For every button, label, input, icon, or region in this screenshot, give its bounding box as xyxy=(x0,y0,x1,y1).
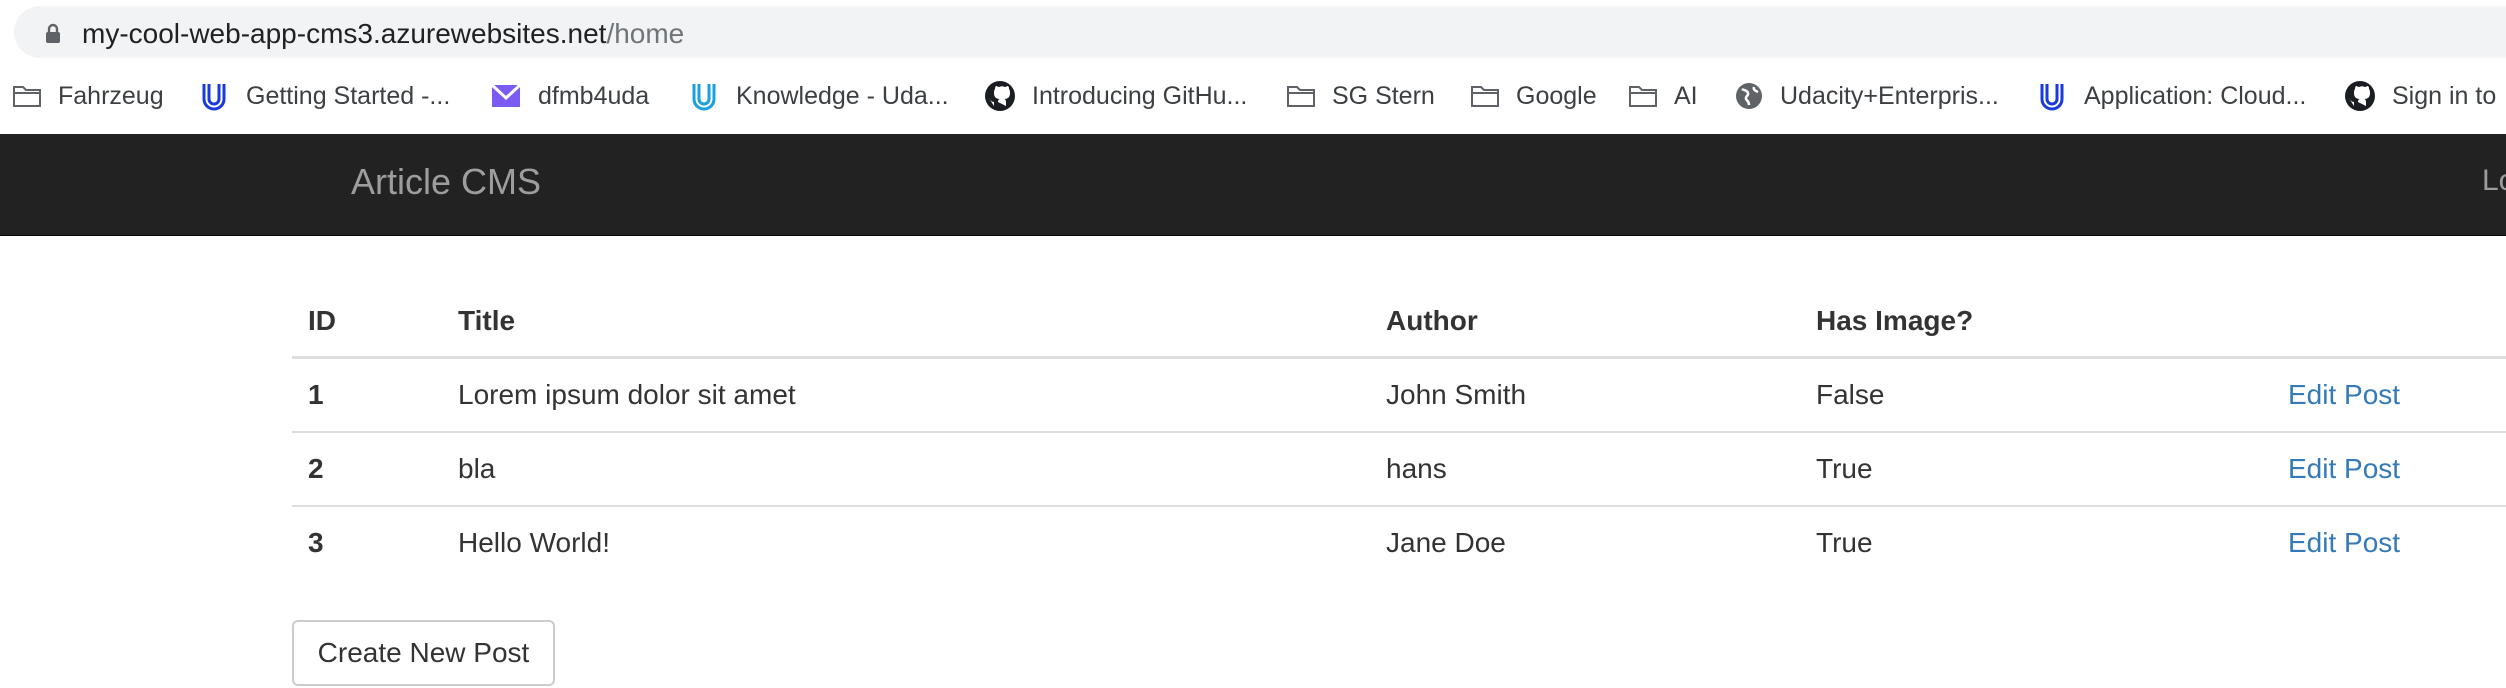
bookmark-label: SG Stern xyxy=(1332,81,1435,110)
cell-actions: Edit Post xyxy=(2272,357,2506,433)
cell-title: Hello World! xyxy=(458,527,610,558)
udacity-icon xyxy=(202,84,226,111)
bookmark-google[interactable]: Google xyxy=(1470,74,1597,118)
globe-icon xyxy=(1736,83,1762,109)
cell-id: 2 xyxy=(292,432,442,507)
cell-has-image: True xyxy=(1800,432,2272,507)
cell-title: bla xyxy=(442,432,1370,507)
table-row: 3 Hello World! Jane Doe True Edit Post xyxy=(292,506,2506,579)
bookmark-label: dfmb4uda xyxy=(538,81,650,110)
edit-post-link[interactable]: Edit Post xyxy=(2288,379,2400,410)
cell-author: Jane Doe xyxy=(1386,527,1506,558)
table-row: 2 bla hans True Edit Post xyxy=(292,432,2506,507)
table-row: 1 Lorem ipsum dolor sit amet John Smith … xyxy=(292,357,2506,433)
cell-has-image: True xyxy=(1816,527,1873,558)
bookmark-label: AI xyxy=(1674,81,1698,110)
mail-icon xyxy=(490,83,522,107)
bookmark-application-cloud[interactable]: Application: Cloud... xyxy=(2036,74,2306,118)
cell-actions: Edit Post xyxy=(2272,432,2506,507)
folder-icon xyxy=(1287,86,1315,107)
top-navbar: Article CMS Lo xyxy=(0,134,2506,236)
bookmark-ai[interactable]: AI xyxy=(1628,74,1698,118)
udacity-icon xyxy=(2040,84,2064,111)
browser-chrome: my-cool-web-app-cms3.azurewebsites.net/h… xyxy=(0,0,2506,134)
cell-title: Lorem ipsum dolor sit amet xyxy=(442,357,1370,433)
bookmarks-bar: Fahrzeug Getting Started -... dfmb4uda K… xyxy=(0,74,2506,118)
cell-has-image: False xyxy=(1800,357,2272,433)
bookmark-label: Sign in to xyxy=(2392,81,2497,110)
url-text[interactable]: my-cool-web-app-cms3.azurewebsites.net/h… xyxy=(82,18,684,50)
nav-login-link[interactable]: Lo xyxy=(2482,164,2506,198)
navbar-brand[interactable]: Article CMS xyxy=(351,161,541,203)
edit-post-link[interactable]: Edit Post xyxy=(2288,453,2400,484)
edit-post-link[interactable]: Edit Post xyxy=(2288,527,2400,558)
github-icon xyxy=(2345,81,2375,111)
column-header-actions xyxy=(2272,286,2506,359)
bookmark-label: Fahrzeug xyxy=(58,81,164,110)
folder-icon xyxy=(1629,86,1657,107)
lock-icon xyxy=(46,23,60,43)
bookmark-label: Introducing GitHu... xyxy=(1032,81,1248,110)
column-header-author: Author xyxy=(1370,286,1800,359)
bookmark-label: Udacity+Enterpris... xyxy=(1780,81,1999,110)
bookmark-sg-stern[interactable]: SG Stern xyxy=(1286,74,1435,118)
url-host: my-cool-web-app-cms3.azurewebsites.net xyxy=(82,18,607,49)
cell-actions: Edit Post xyxy=(2272,506,2506,579)
bookmark-sign-in[interactable]: Sign in to xyxy=(2344,74,2496,118)
bookmark-fahrzeug[interactable]: Fahrzeug xyxy=(12,74,164,118)
udacity-icon xyxy=(692,84,716,111)
github-icon xyxy=(985,81,1015,111)
bookmark-introducing-github[interactable]: Introducing GitHu... xyxy=(984,74,1247,118)
column-header-id: ID xyxy=(292,286,442,359)
create-new-post-button[interactable]: Create New Post xyxy=(292,620,555,686)
table-header-row: ID Title Author Has Image? xyxy=(292,286,2506,359)
folder-icon xyxy=(1471,86,1499,107)
folder-icon xyxy=(13,86,41,107)
cell-id: 1 xyxy=(292,357,442,433)
address-bar[interactable]: my-cool-web-app-cms3.azurewebsites.net/h… xyxy=(14,6,2506,58)
bookmark-label: Google xyxy=(1516,81,1597,110)
column-header-has-image: Has Image? xyxy=(1800,286,2272,359)
cell-author: John Smith xyxy=(1370,357,1800,433)
column-header-title: Title xyxy=(442,286,1370,359)
bookmark-label: Getting Started -... xyxy=(246,81,451,110)
cell-author: hans xyxy=(1370,432,1800,507)
bookmark-dfmb4uda[interactable]: dfmb4uda xyxy=(490,74,649,118)
bookmark-udacity-enterprise[interactable]: Udacity+Enterpris... xyxy=(1734,74,1999,118)
posts-table: ID Title Author Has Image? 1 Lorem ipsum… xyxy=(292,286,2506,579)
bookmark-label: Knowledge - Uda... xyxy=(736,81,949,110)
bookmark-getting-started[interactable]: Getting Started -... xyxy=(198,74,450,118)
cell-id: 3 xyxy=(308,527,324,558)
bookmark-label: Application: Cloud... xyxy=(2084,81,2307,110)
url-path: /home xyxy=(606,18,685,49)
bookmark-knowledge[interactable]: Knowledge - Uda... xyxy=(688,74,949,118)
